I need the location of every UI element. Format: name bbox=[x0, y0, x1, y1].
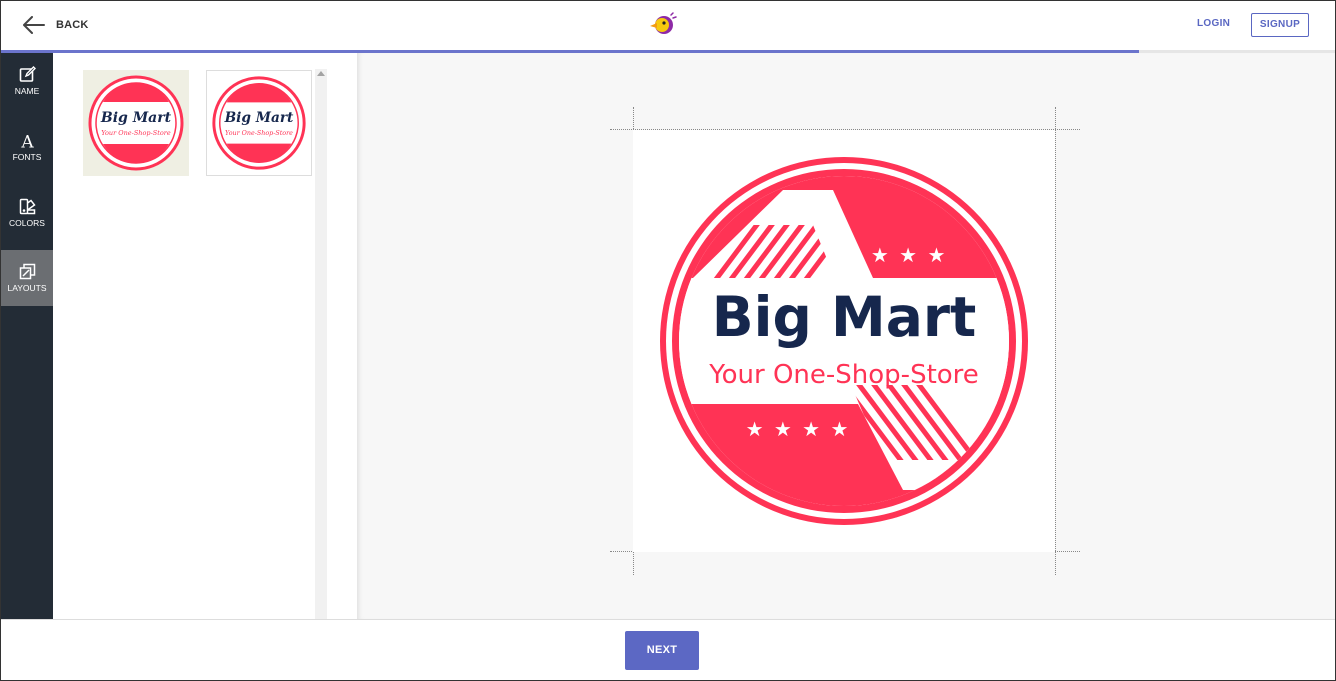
logo-title: Big Mart bbox=[712, 285, 977, 349]
design-canvas: ★ ★ ★ ★ ★ ★ ★ ★ Big Mart Your One-Shop-S… bbox=[357, 53, 1335, 619]
back-label: BACK bbox=[56, 19, 89, 31]
logo-thumbnail-image: Big Mart Your One-Shop-Store bbox=[88, 75, 184, 171]
scroll-up-icon[interactable] bbox=[317, 71, 325, 76]
thumb-tagline: Your One-Shop-Store bbox=[101, 129, 171, 137]
logo-preview: ★ ★ ★ ★ ★ ★ ★ ★ Big Mart Your One-Shop-S… bbox=[660, 157, 1028, 525]
sidebar-item-label: LAYOUTS bbox=[7, 283, 47, 293]
palette-icon bbox=[19, 198, 36, 215]
panel-scrollbar[interactable] bbox=[315, 69, 327, 619]
sidebar-item-name[interactable]: NAME bbox=[1, 57, 53, 113]
layout-thumbnail[interactable]: Big Mart Your One-Shop-Store bbox=[83, 70, 189, 176]
logo-artboard[interactable]: ★ ★ ★ ★ ★ ★ ★ ★ Big Mart Your One-Shop-S… bbox=[633, 130, 1055, 552]
logo-thumbnail-image: Big Mart Your One-Shop-Store bbox=[212, 76, 306, 170]
arrow-left-icon bbox=[23, 16, 45, 34]
sidebar-item-label: FONTS bbox=[12, 152, 42, 162]
login-link[interactable]: LOGIN bbox=[1197, 18, 1230, 29]
app-window: BACK LOGIN SIGNUP NAME A FONTS COLORS LA… bbox=[0, 0, 1336, 681]
sidebar-item-label: COLORS bbox=[9, 218, 45, 228]
stars-bottom: ★ ★ ★ ★ bbox=[746, 417, 851, 441]
layout-thumbnail[interactable]: Big Mart Your One-Shop-Store bbox=[206, 70, 312, 176]
sidebar-item-fonts[interactable]: A FONTS bbox=[1, 123, 53, 179]
sidebar-item-label: NAME bbox=[14, 86, 40, 96]
stars-top: ★ ★ ★ ★ bbox=[843, 243, 948, 267]
top-bar: BACK LOGIN SIGNUP bbox=[1, 1, 1335, 50]
font-icon: A bbox=[20, 133, 34, 150]
tool-sidebar: NAME A FONTS COLORS LAYOUTS bbox=[1, 53, 53, 619]
edit-icon bbox=[19, 66, 36, 82]
thumb-title: Big Mart bbox=[100, 110, 172, 126]
sidebar-item-layouts[interactable]: LAYOUTS bbox=[1, 250, 53, 306]
next-button[interactable]: NEXT bbox=[625, 631, 699, 670]
guide-line bbox=[1055, 107, 1056, 575]
svg-text:A: A bbox=[20, 133, 34, 150]
layouts-panel: Big Mart Your One-Shop-Store Big Mart Yo… bbox=[53, 53, 357, 619]
logo-tagline: Your One-Shop-Store bbox=[708, 360, 979, 390]
parrot-logo-icon[interactable] bbox=[649, 11, 677, 37]
thumb-tagline: Your One-Shop-Store bbox=[225, 129, 293, 137]
thumb-title: Big Mart bbox=[224, 110, 294, 126]
back-button[interactable]: BACK bbox=[23, 14, 89, 36]
sidebar-item-colors[interactable]: COLORS bbox=[1, 189, 53, 245]
layouts-icon bbox=[19, 263, 35, 280]
bottom-bar: NEXT bbox=[1, 619, 1335, 680]
signup-button[interactable]: SIGNUP bbox=[1251, 13, 1309, 37]
